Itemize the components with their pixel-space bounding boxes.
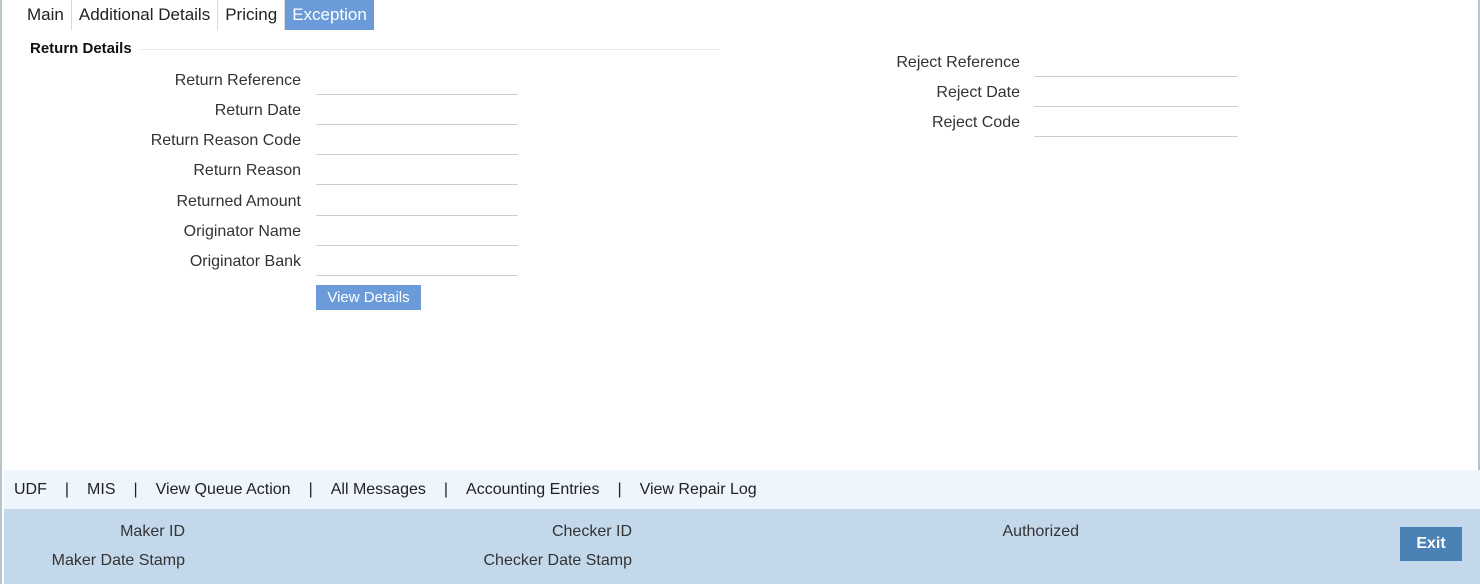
action-links-bar: UDF | MIS | View Queue Action | All Mess… <box>4 470 1480 509</box>
reject-reference-label: Reject Reference <box>896 54 1020 71</box>
exit-button[interactable]: Exit <box>1400 527 1462 561</box>
tab-main[interactable]: Main <box>20 0 72 30</box>
reject-date-label: Reject Date <box>936 84 1020 101</box>
return-date-input[interactable] <box>316 98 518 125</box>
section-divider <box>140 49 720 50</box>
field-return-reference: Return Reference <box>2 68 522 98</box>
link-separator: | <box>133 480 138 498</box>
originator-bank-input[interactable] <box>316 249 518 276</box>
field-return-date: Return Date <box>2 98 522 128</box>
checker-id-label: Checker ID <box>551 523 632 540</box>
return-reason-input[interactable] <box>316 158 518 185</box>
reject-code-input[interactable] <box>1034 110 1238 137</box>
return-reason-label: Return Reason <box>193 162 301 179</box>
tab-additional-details[interactable]: Additional Details <box>72 0 219 30</box>
link-separator: | <box>617 480 622 498</box>
view-details-button[interactable]: View Details <box>316 285 421 310</box>
return-reference-label: Return Reference <box>174 72 301 89</box>
authorized-label: Authorized <box>1002 523 1080 540</box>
returned-amount-label: Returned Amount <box>176 193 301 210</box>
return-reason-code-label: Return Reason Code <box>150 132 301 149</box>
return-reference-input[interactable] <box>316 68 518 95</box>
returned-amount-input[interactable] <box>316 189 518 216</box>
accounting-entries-link[interactable]: Accounting Entries <box>466 481 599 499</box>
tab-pricing[interactable]: Pricing <box>218 0 286 30</box>
return-reason-code-input[interactable] <box>316 128 518 155</box>
checker-date-stamp-label: Checker Date Stamp <box>483 552 632 569</box>
all-messages-link[interactable]: All Messages <box>331 481 426 499</box>
maker-date-stamp-label: Maker Date Stamp <box>51 552 185 569</box>
field-return-reason: Return Reason <box>2 158 522 188</box>
reject-date-input[interactable] <box>1034 80 1238 107</box>
reject-code-label: Reject Code <box>931 114 1020 131</box>
form-window: Main Additional Details Pricing Exceptio… <box>0 0 1480 584</box>
field-originator-name: Originator Name <box>2 219 522 249</box>
originator-name-label: Originator Name <box>183 223 301 240</box>
view-repair-log-link[interactable]: View Repair Log <box>640 481 757 499</box>
tab-exception[interactable]: Exception <box>285 0 374 30</box>
mis-link[interactable]: MIS <box>87 481 115 499</box>
link-separator: | <box>64 480 70 498</box>
link-separator: | <box>308 480 313 498</box>
return-date-label: Return Date <box>214 102 301 119</box>
field-reject-reference: Reject Reference <box>702 50 1242 80</box>
link-separator: | <box>443 480 449 498</box>
tab-bar: Main Additional Details Pricing Exceptio… <box>20 0 374 30</box>
originator-bank-label: Originator Bank <box>189 253 301 270</box>
field-returned-amount: Returned Amount <box>2 189 522 219</box>
udf-link[interactable]: UDF <box>14 481 47 499</box>
maker-id-label: Maker ID <box>120 523 185 540</box>
field-reject-code: Reject Code <box>702 110 1242 140</box>
originator-name-input[interactable] <box>316 219 518 246</box>
field-reject-date: Reject Date <box>702 80 1242 110</box>
section-title-return-details: Return Details <box>30 40 132 57</box>
field-originator-bank: Originator Bank <box>2 249 522 279</box>
view-queue-action-link[interactable]: View Queue Action <box>156 481 291 499</box>
field-return-reason-code: Return Reason Code <box>2 128 522 158</box>
reject-reference-input[interactable] <box>1034 50 1238 77</box>
audit-footer: Maker ID Maker Date Stamp Checker ID Che… <box>4 509 1480 584</box>
